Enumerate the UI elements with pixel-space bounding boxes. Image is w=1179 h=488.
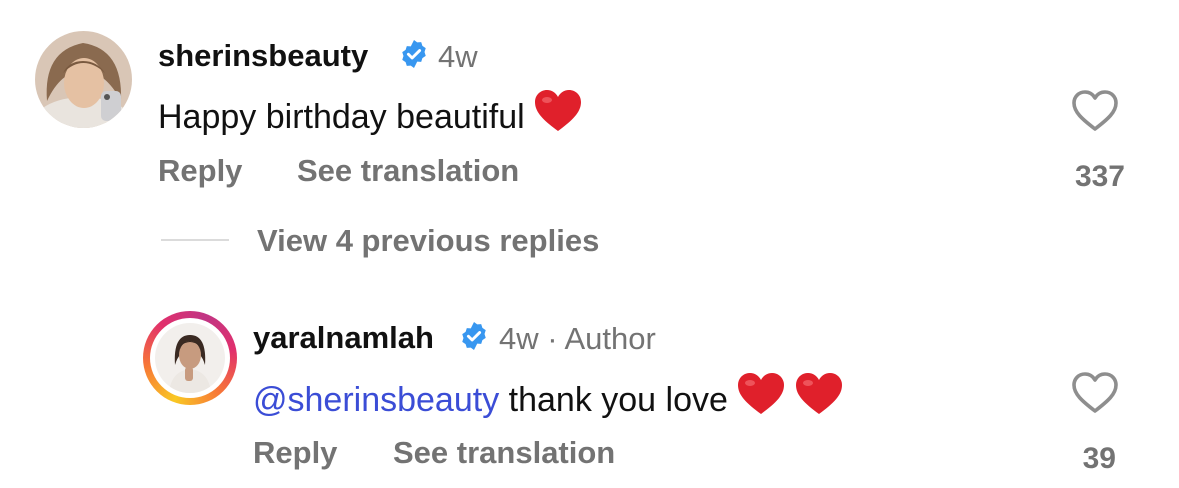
thread-divider (161, 239, 229, 241)
reply-text-line: @sherinsbeauty thank you love (253, 371, 844, 420)
meta-separator: · (547, 321, 558, 356)
red-heart-emoji (737, 373, 784, 414)
reply-meta: 4w · Author (499, 321, 656, 357)
comment-username[interactable]: sherinsbeauty (158, 38, 368, 74)
comment-text-line: Happy birthday beautiful (158, 88, 583, 137)
verified-badge-icon (402, 40, 426, 68)
red-heart-emoji (534, 90, 581, 131)
view-previous-replies-button[interactable]: View 4 previous replies (257, 223, 599, 259)
comments-panel: sherinsbeauty 4w Happy birthday beautifu… (0, 0, 1179, 488)
author-badge: Author (564, 321, 656, 356)
reply-button[interactable]: Reply (253, 435, 337, 471)
heart-outline-icon[interactable] (1070, 88, 1120, 134)
see-translation-button[interactable]: See translation (297, 153, 519, 189)
avatar-sherinsbeauty[interactable] (35, 31, 132, 128)
like-count: 337 (1074, 160, 1125, 193)
reply-timestamp: 4w (499, 321, 539, 356)
mention-link[interactable]: @sherinsbeauty (253, 381, 499, 419)
heart-outline-icon[interactable] (1070, 370, 1120, 416)
avatar-yaralnamlah[interactable] (155, 323, 225, 393)
see-translation-button[interactable]: See translation (393, 435, 615, 471)
like-count: 39 (1082, 442, 1116, 475)
red-heart-emoji (795, 373, 842, 414)
reply-button[interactable]: Reply (158, 153, 242, 189)
verified-badge-icon (462, 322, 486, 350)
comment-text: Happy birthday beautiful (158, 98, 525, 136)
reply-text: thank you love (508, 381, 728, 419)
comment-timestamp: 4w (438, 39, 478, 74)
reply-username[interactable]: yaralnamlah (253, 320, 434, 356)
